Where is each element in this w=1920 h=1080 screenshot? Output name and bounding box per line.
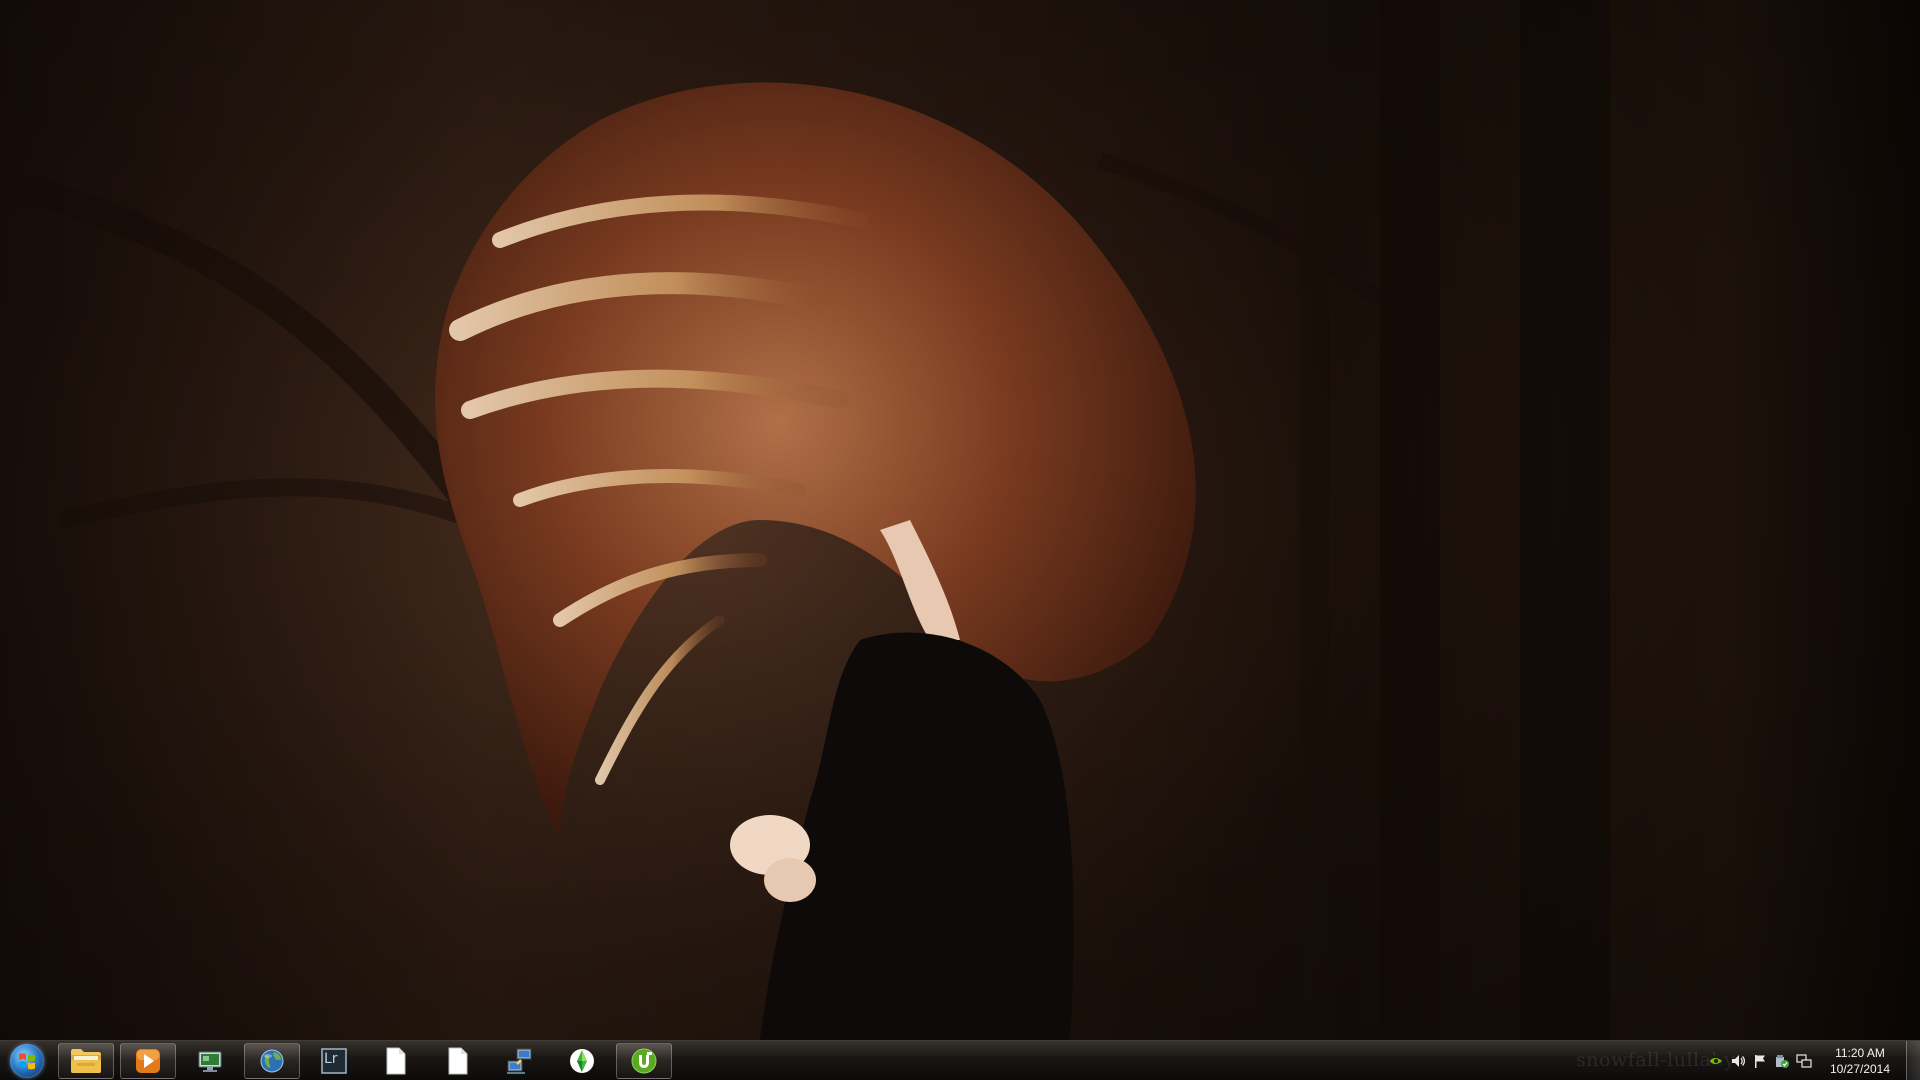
clock-time: 11:20 AM xyxy=(1835,1046,1885,1060)
taskbar-remote-desktop-button[interactable] xyxy=(182,1043,238,1079)
taskbar-lightroom-button[interactable]: Lr xyxy=(306,1043,362,1079)
taskbar-browser-button[interactable] xyxy=(244,1043,300,1079)
system-tray: snowfall-lullaby 11:20 AM 10/27/2014 xyxy=(1490,1041,1920,1080)
taskbar-document-1-button[interactable] xyxy=(368,1043,424,1079)
show-desktop-button[interactable] xyxy=(1906,1041,1920,1080)
media-player-icon xyxy=(136,1049,160,1073)
desktop: Lr snowfall-lullaby 11:20 AM 10/27/2014 xyxy=(0,0,1920,1080)
blank-document-icon xyxy=(386,1047,406,1075)
taskbar-network-tool-button[interactable] xyxy=(492,1043,548,1079)
network-icon[interactable] xyxy=(1796,1053,1812,1069)
volume-icon[interactable] xyxy=(1730,1053,1746,1069)
lightroom-label: Lr xyxy=(324,1051,338,1067)
blank-document-icon xyxy=(448,1047,468,1075)
remote-desktop-icon xyxy=(198,1051,222,1072)
folder-icon xyxy=(71,1049,101,1073)
plumbob-icon xyxy=(570,1049,594,1073)
taskbar-utorrent-button[interactable] xyxy=(616,1043,672,1079)
start-button[interactable] xyxy=(4,1042,50,1080)
action-center-flag-icon[interactable] xyxy=(1752,1053,1768,1069)
taskbar-explorer-button[interactable] xyxy=(58,1043,114,1079)
network-computers-icon xyxy=(507,1048,532,1074)
nvidia-icon[interactable] xyxy=(1708,1053,1724,1069)
globe-icon xyxy=(260,1049,284,1073)
taskbar-media-player-button[interactable] xyxy=(120,1043,176,1079)
desktop-wallpaper xyxy=(0,0,1920,1040)
wallpaper-art xyxy=(0,0,1610,1040)
safely-remove-hardware-icon[interactable] xyxy=(1774,1053,1790,1069)
system-clock[interactable]: 11:20 AM 10/27/2014 xyxy=(1820,1045,1900,1077)
utorrent-icon xyxy=(631,1048,657,1074)
taskbar-document-2-button[interactable] xyxy=(430,1043,486,1079)
taskbar: Lr snowfall-lullaby 11:20 AM 10/27/2014 xyxy=(0,1040,1920,1080)
windows-logo-icon xyxy=(10,1044,44,1078)
clock-date: 10/27/2014 xyxy=(1829,1062,1891,1076)
taskbar-sims-button[interactable] xyxy=(554,1043,610,1079)
